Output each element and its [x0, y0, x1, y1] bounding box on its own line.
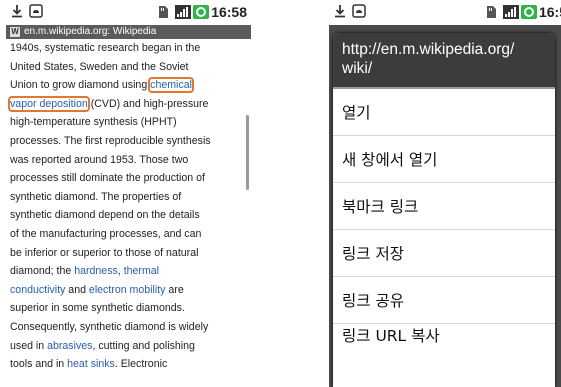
menu-item-share-link[interactable]: 링크 공유: [333, 277, 555, 324]
clock: 16:58: [211, 4, 247, 20]
android-debug-icon: [29, 4, 43, 18]
signal-icon: [502, 5, 519, 19]
article-text: processes still dominate the production …: [10, 172, 205, 185]
article-body: 1940s, systematic research began in the U…: [6, 39, 251, 374]
scrollbar[interactable]: [246, 115, 249, 190]
article-text: synthetic diamond. The properties of: [10, 190, 182, 203]
article-text: . Electronic: [114, 358, 168, 371]
status-bar: 16:58: [6, 0, 251, 25]
article-line: conductivity and electron mobility are: [10, 281, 247, 300]
article-text: was reported around 1953. Those two: [10, 153, 189, 166]
article-text: (CVD) and high-pressure: [87, 97, 209, 110]
article-text: Consequently, synthetic diamond is widel…: [10, 320, 209, 333]
article-line: superior in some synthetic diamonds.: [10, 299, 247, 318]
article-link[interactable]: hardness: [74, 265, 118, 277]
clock: 16:5: [538, 4, 561, 20]
battery-icon: [520, 5, 537, 19]
page-title: en.m.wikipedia.org: Wikipedia: [24, 26, 157, 37]
article-text: United States, Sweden and the Soviet: [10, 60, 189, 73]
url-bar[interactable]: W en.m.wikipedia.org: Wikipedia: [6, 25, 251, 39]
battery-icon: [193, 5, 210, 19]
article-text: of the manufacturing processes, and can: [10, 227, 202, 240]
menu-item-copy-link-url[interactable]: 링크 URL 복사: [333, 324, 555, 346]
article-line: used in abrasives, cutting and polishing: [10, 337, 247, 356]
article-text: and: [65, 283, 89, 296]
menu-item-save-link[interactable]: 링크 저장: [333, 230, 555, 277]
article-line: United States, Sweden and the Soviet: [10, 58, 247, 77]
article-line: 1940s, systematic research began in the: [10, 39, 247, 58]
sd-card-icon: [157, 5, 171, 19]
article-link[interactable]: abrasives: [47, 340, 92, 352]
context-menu-list: 열기 새 창에서 열기 북마크 링크 링크 저장 링크 공유 링크 URL 복사: [333, 89, 555, 346]
article-text: Union to grow diamond using: [10, 79, 151, 92]
download-icon: [10, 4, 24, 18]
article-text: synthetic diamond depend on the details: [10, 209, 200, 222]
article-text: 1940s, systematic research began in the: [10, 42, 201, 54]
article-link[interactable]: conductivity: [10, 284, 65, 296]
menu-item-bookmark-link[interactable]: 북마크 링크: [333, 183, 555, 230]
highlighted-article-link[interactable]: chemical: [148, 77, 194, 94]
context-menu-title: http://en.m.wikipedia.org/wiki/: [333, 33, 555, 89]
article-text: processes. The first reproducible synthe…: [10, 134, 211, 147]
android-debug-icon: [352, 4, 366, 18]
article-text: high-temperature synthesis (HPHT): [10, 116, 177, 129]
article-line: processes still dominate the production …: [10, 169, 247, 188]
highlighted-article-link[interactable]: vapor deposition: [8, 95, 90, 112]
article-line: vapor deposition (CVD) and high-pressure: [8, 95, 247, 114]
article-line: tools and in heat sinks. Electronic: [10, 355, 247, 374]
left-phone-screen: 16:58 W en.m.wikipedia.org: Wikipedia 19…: [6, 0, 251, 387]
article-line: be inferior or superior to those of natu…: [10, 244, 247, 263]
article-link[interactable]: electron mobility: [89, 284, 166, 296]
menu-item-open-in-new-window[interactable]: 새 창에서 열기: [333, 136, 555, 183]
download-icon: [333, 4, 347, 18]
right-phone-screen: 16:5 http://en.m.wikipedia.org/wiki/ 열기새…: [329, 0, 561, 387]
article-line: of the manufacturing processes, and can: [10, 225, 247, 244]
article-text: be inferior or superior to those of natu…: [10, 246, 199, 259]
article-line: Consequently, synthetic diamond is widel…: [10, 318, 247, 337]
context-menu-url: http://en.m.wikipedia.org/: [342, 41, 515, 58]
article-line: synthetic diamond depend on the details: [10, 206, 247, 225]
article-line: synthetic diamond. The properties of: [10, 188, 247, 207]
status-bar: 16:5: [329, 0, 561, 25]
article-text: used in: [10, 339, 48, 352]
wikipedia-favicon-icon: W: [10, 27, 20, 37]
context-menu-url: wiki/: [342, 60, 373, 77]
article-link[interactable]: heat sinks: [67, 358, 115, 370]
article-text: tools and in: [10, 358, 68, 371]
article-link[interactable]: thermal: [124, 265, 159, 277]
article-line: Union to grow diamond using chemical: [10, 76, 247, 95]
article-line: processes. The first reproducible synthe…: [10, 132, 247, 151]
article-text: superior in some synthetic diamonds.: [10, 302, 185, 315]
signal-icon: [175, 5, 192, 19]
link-context-menu: http://en.m.wikipedia.org/wiki/ 열기 새 창에서 …: [333, 33, 555, 387]
article-text: , cutting and polishing: [92, 339, 195, 352]
article-line: was reported around 1953. Those two: [10, 151, 247, 170]
menu-item-open[interactable]: 열기: [333, 89, 555, 136]
article-text: are: [165, 283, 184, 296]
article-line: high-temperature synthesis (HPHT): [10, 113, 247, 132]
article-text: diamond; the: [10, 265, 75, 278]
article-line: diamond; the hardness, thermal: [10, 262, 247, 281]
sd-card-icon: [485, 5, 499, 19]
